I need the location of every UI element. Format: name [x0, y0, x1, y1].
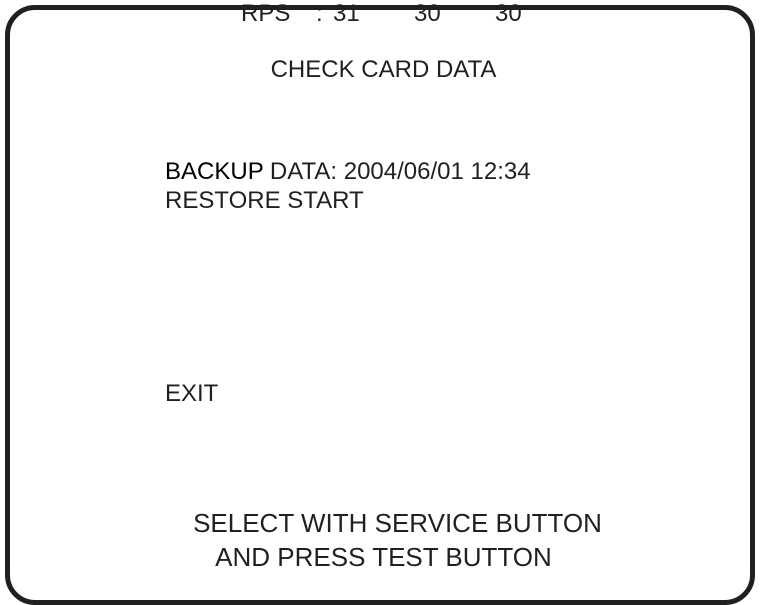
menu-item-restore-start[interactable]: RESTORE START [165, 187, 364, 215]
instruction-line-1: SELECT WITH SERVICE BUTTON [193, 508, 602, 538]
rps-value-2: 30 [414, 0, 441, 27]
backup-date-prefix: DATA: [263, 158, 344, 185]
rps-value-3: 30 [495, 0, 522, 27]
rps-label: RPS [241, 0, 291, 27]
backup-label: BACKUP [165, 158, 264, 185]
menu-item-exit[interactable]: EXIT [165, 380, 218, 408]
rps-value-1: 31 [333, 0, 360, 27]
instruction-line-2: AND PRESS TEST BUTTON [215, 542, 552, 572]
menu-title: CHECK CARD DATA [270, 56, 497, 83]
menu-item-backup[interactable]: BACKUP DATA: 2004/06/01 12:34 [165, 158, 531, 186]
rps-separator: : [316, 0, 330, 27]
backup-date-value: 2004/06/01 12:34 [343, 158, 531, 185]
